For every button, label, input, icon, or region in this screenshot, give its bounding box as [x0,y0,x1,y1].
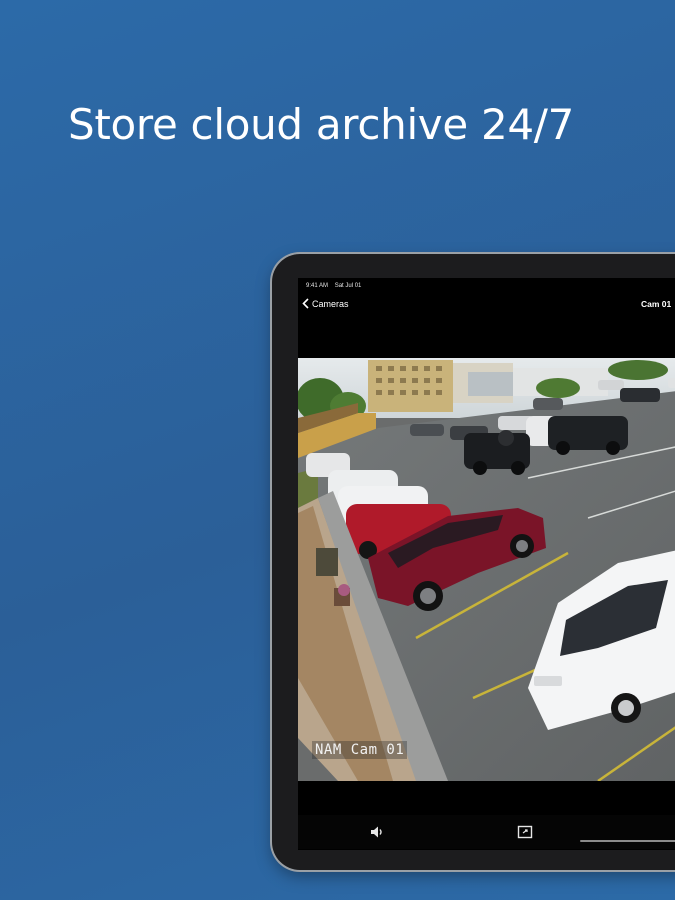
camera-video-feed[interactable]: NAM Cam 01 [298,358,675,781]
promo-page: Store cloud archive 24/7 9:41 AM Sat Jul… [0,0,675,900]
headline: Store cloud archive 24/7 [68,100,575,149]
navigation-bar: Cameras Cam 01 [298,294,675,316]
tablet-device: 9:41 AM Sat Jul 01 Cameras Cam 01 NAM Ca… [272,254,675,870]
back-button[interactable]: Cameras [302,298,349,309]
camera-overlay-label: NAM Cam 01 [312,741,408,759]
status-time: 9:41 AM [306,283,329,289]
parking-lot-scene [298,358,675,781]
status-date: Sat Jul 01 [334,283,362,289]
back-button-label: Cameras [312,298,349,309]
fullscreen-button[interactable] [516,823,534,841]
fullscreen-icon [517,825,533,839]
volume-button[interactable] [368,823,386,841]
status-bar: 9:41 AM Sat Jul 01 [306,283,366,289]
chevron-left-icon [302,298,309,309]
volume-icon [371,826,382,838]
tablet-screen: 9:41 AM Sat Jul 01 Cameras Cam 01 NAM Ca… [298,278,675,850]
home-indicator [580,840,675,842]
camera-title: Cam 01 [641,299,672,309]
playback-controls [298,815,675,849]
